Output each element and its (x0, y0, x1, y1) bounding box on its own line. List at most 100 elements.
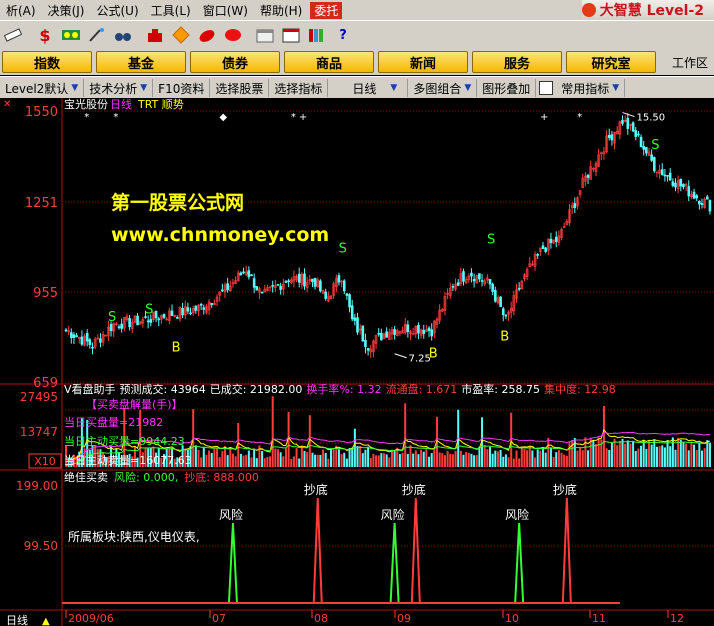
volume-bar (679, 439, 682, 467)
subbar-level2-default[interactable]: Level2默认 ▼ (0, 79, 85, 97)
signal-panel-header: 绝佳买卖 风险: 0.000, 抄底: 888.000 (64, 470, 259, 484)
volume-bar (544, 452, 547, 467)
signal-y-tick-mid: 99.50 (24, 539, 58, 553)
volume-bar (669, 446, 672, 467)
volume-bar (200, 457, 203, 467)
candle-body (353, 317, 357, 321)
candle-body (337, 275, 341, 283)
risk-label: 风险 (219, 507, 243, 522)
volume-active-sell-line: 当日主动卖量=16077.63 (64, 453, 192, 467)
volume-bar (520, 447, 523, 467)
volume-bar (284, 448, 287, 467)
subbar-select-indicator[interactable]: 选择指标 (269, 79, 329, 97)
wand-icon[interactable] (87, 25, 107, 45)
candle-body (488, 279, 492, 285)
subbar-daily[interactable]: 日线 ▼ (328, 79, 409, 97)
volume-bar (269, 456, 272, 467)
volume-bar (549, 447, 552, 467)
candle-body (393, 329, 396, 335)
nav-index-button[interactable]: 指数 (2, 51, 92, 73)
volume-bar (695, 449, 698, 467)
volume-bar (706, 440, 709, 467)
dropdown-arrow-icon: ▼ (612, 83, 620, 93)
chart-background (0, 98, 714, 626)
nav-bond-button[interactable]: 债券 (190, 51, 280, 73)
alarm-icon[interactable] (145, 25, 165, 45)
candle-body (427, 327, 431, 331)
nav-research-button[interactable]: 研究室 (566, 51, 656, 73)
lock-icon[interactable] (539, 81, 554, 95)
menu-item-formula[interactable]: 公式(U) (90, 2, 144, 19)
volume-bar (536, 449, 539, 467)
diamond-icon[interactable] (171, 25, 191, 45)
candy-icon[interactable] (223, 25, 243, 45)
nav-commodity-button[interactable]: 商品 (284, 51, 374, 73)
volume-bar (438, 452, 441, 467)
menu-item-tools[interactable]: 工具(L) (145, 2, 197, 19)
volume-bar (626, 440, 629, 467)
work-area-label[interactable]: 工作区 (672, 54, 708, 71)
subbar-common-indicators[interactable]: 常用指标 ▼ (556, 79, 626, 97)
candle-body (239, 272, 243, 276)
candle-body (668, 172, 672, 181)
candle-body (162, 313, 166, 318)
volume-bar (632, 440, 635, 467)
panel-close-icon[interactable]: ✕ (3, 99, 11, 110)
tape-icon[interactable] (61, 25, 81, 45)
nav-fund-button[interactable]: 基金 (96, 51, 186, 73)
books-icon[interactable] (307, 25, 327, 45)
menu-item-decision[interactable]: 决策(J) (42, 2, 91, 19)
volume-bar (491, 453, 494, 467)
subbar-select-stock[interactable]: 选择股票 (210, 79, 270, 97)
volume-bar (634, 450, 637, 467)
subbar-multi-chart[interactable]: 多图组合 ▼ (408, 79, 478, 97)
volume-bar (542, 447, 544, 467)
volume-bar (674, 449, 677, 467)
candle-body (700, 203, 704, 205)
dollar-icon[interactable]: $ (35, 25, 55, 45)
help-icon[interactable]: ? (333, 25, 353, 45)
volume-bar (467, 452, 470, 467)
volume-bar (245, 454, 248, 467)
window-icon[interactable] (281, 25, 301, 45)
subbar-tech-analysis[interactable]: 技术分析 ▼ (84, 79, 154, 97)
candle-body (708, 200, 712, 212)
calendar-icon[interactable] (255, 25, 275, 45)
ruler-icon[interactable] (3, 25, 23, 45)
volume-bar (661, 445, 664, 467)
volume-bar (579, 447, 582, 467)
volume-bar (687, 450, 690, 467)
volume-bar (693, 444, 696, 467)
subbar-overlay[interactable]: 图形叠加 (477, 79, 537, 97)
menu-item-trade[interactable]: 委托 (310, 1, 343, 19)
volume-bar (666, 440, 669, 467)
watermark-line-1: 第一股票公式网 (111, 192, 245, 214)
chili-icon[interactable] (197, 25, 217, 45)
candle-body (480, 280, 484, 282)
volume-bar (504, 454, 507, 467)
volume-bar (210, 453, 213, 467)
candle-body (350, 305, 354, 320)
volume-bar (367, 446, 370, 467)
nav-news-button[interactable]: 新闻 (378, 51, 468, 73)
volume-bar (637, 448, 640, 467)
menu-item-analysis[interactable]: 析(A) (0, 2, 42, 19)
candle-body (692, 191, 696, 199)
volume-bar (393, 450, 396, 467)
volume-bar (565, 455, 568, 467)
chart-area[interactable]: ✕ 宝光股份 日线 TRT 顺势 15501251955659 * * ◆ * + + * SS… (0, 98, 714, 626)
volume-bar (398, 454, 401, 467)
sell-signal: S (487, 232, 495, 247)
subbar-f10[interactable]: F10资料 (153, 79, 211, 97)
menu-item-window[interactable]: 窗口(W) (197, 2, 254, 19)
menu-item-help[interactable]: 帮助(H) (254, 2, 308, 19)
binoculars-icon[interactable] (113, 25, 133, 45)
candle-body (260, 291, 264, 294)
scroll-up-icon[interactable]: ▲ (42, 616, 50, 626)
volume-bar (385, 454, 388, 467)
nav-service-button[interactable]: 服务 (472, 51, 562, 73)
volume-bar (640, 445, 643, 467)
volume-bar (261, 451, 264, 467)
candle-body (284, 281, 288, 283)
low-price-label: 7.25 (409, 354, 431, 365)
